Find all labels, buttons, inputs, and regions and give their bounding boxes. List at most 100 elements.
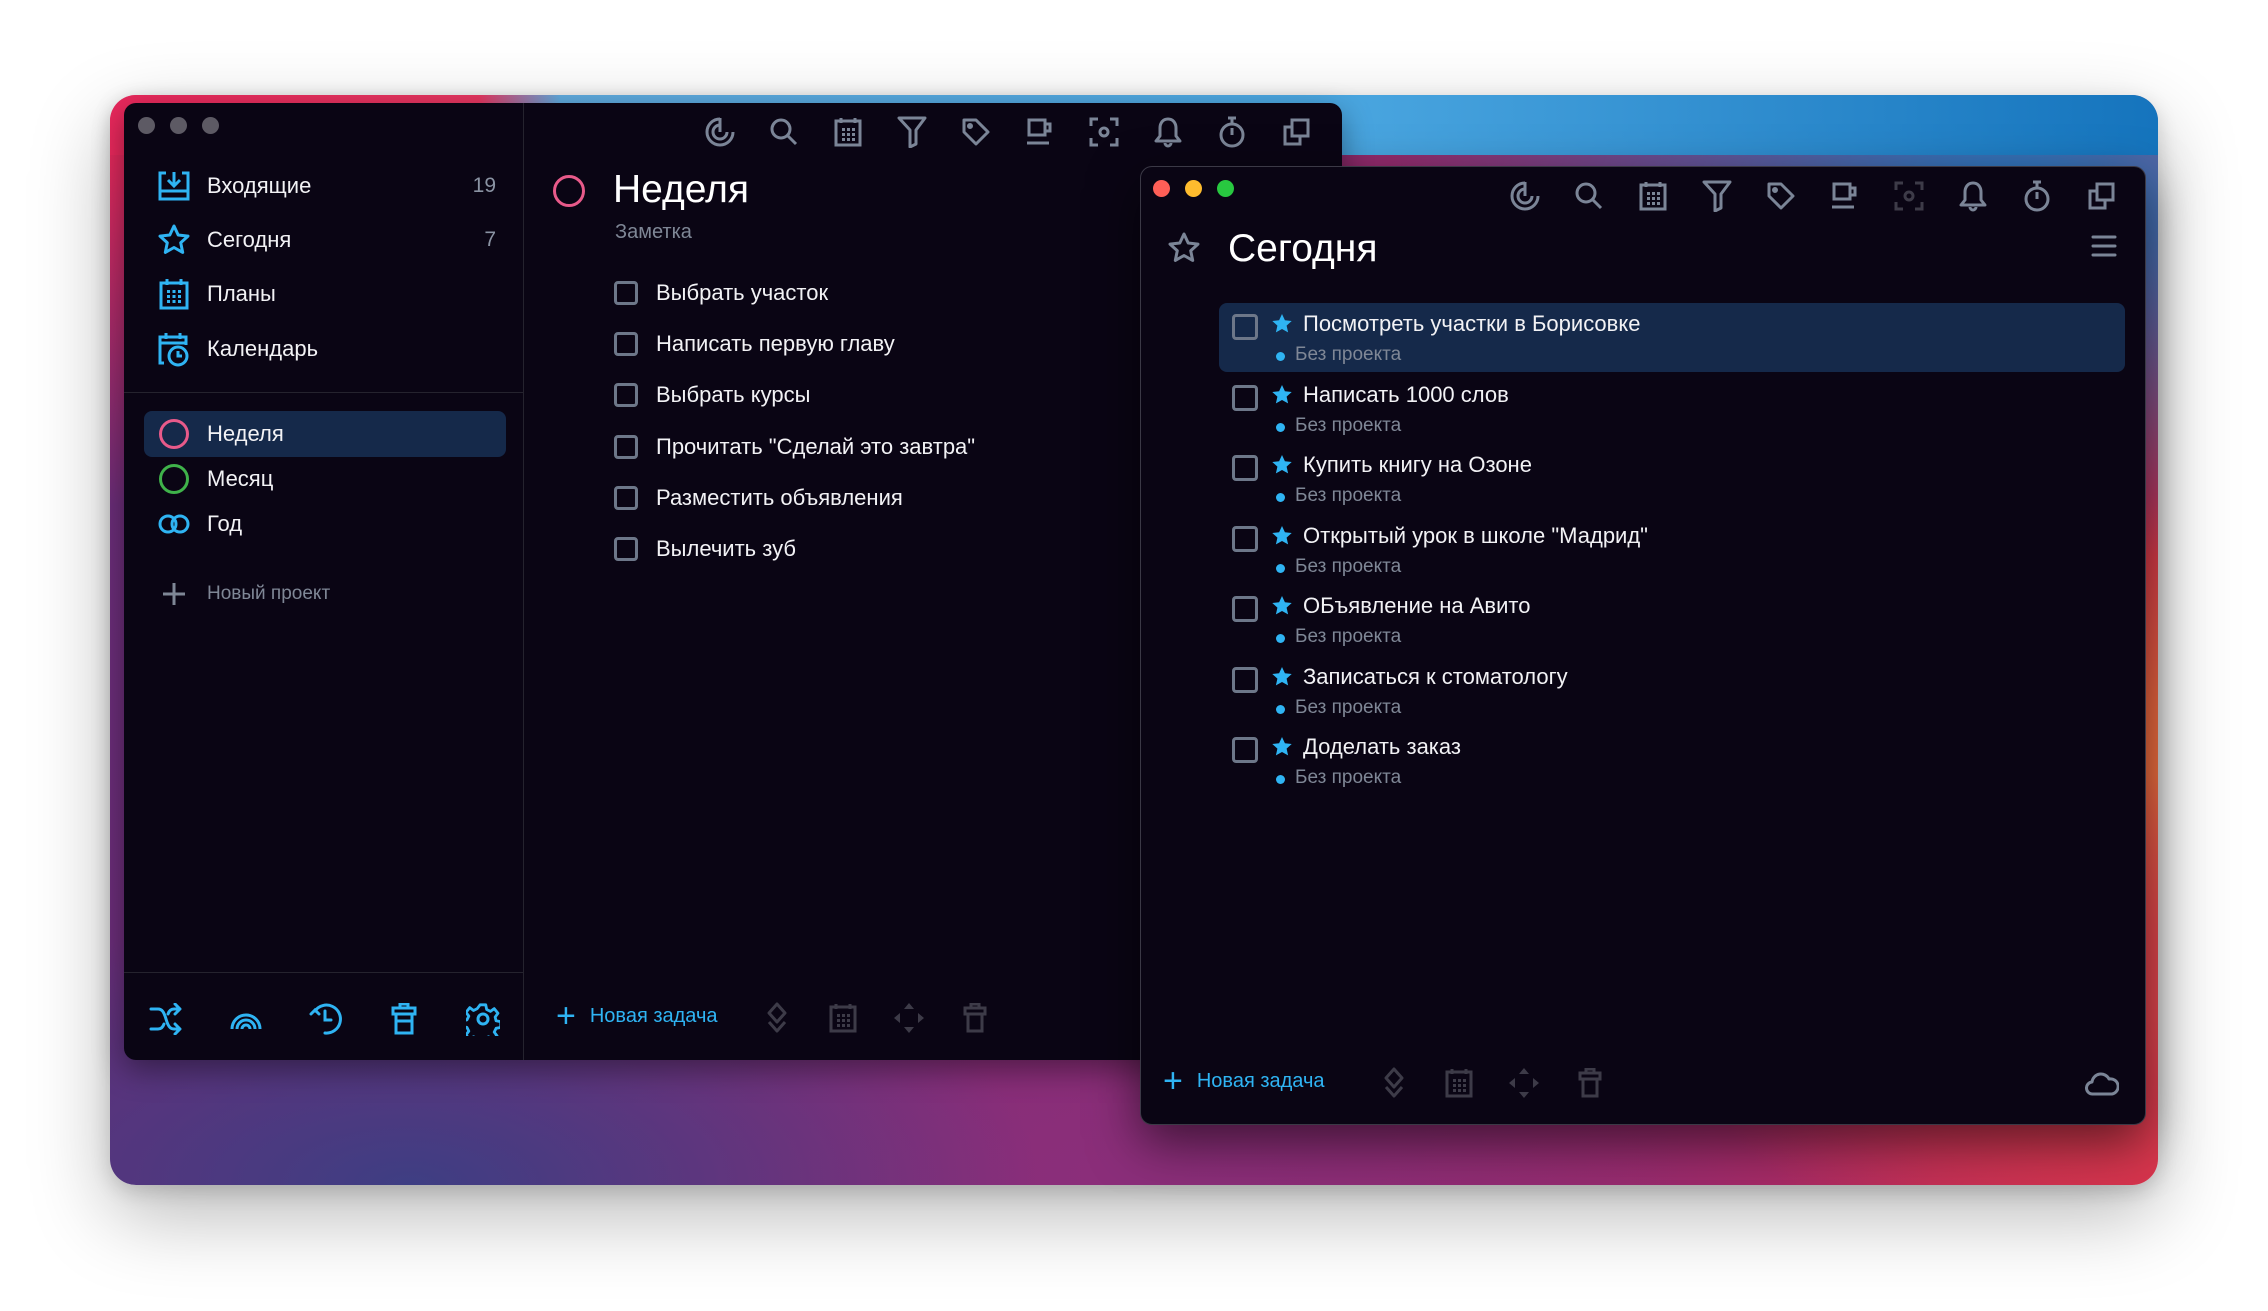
sidebar-item-label: Год	[207, 511, 243, 536]
move-icon[interactable]	[891, 1000, 927, 1036]
trash-icon[interactable]	[1572, 1065, 1608, 1101]
task-checkbox[interactable]	[614, 537, 638, 561]
gear-icon[interactable]	[465, 1001, 501, 1037]
today-window: Сегодня Посмотреть участки в Борисовке Бе…	[1140, 166, 2146, 1125]
cloud-icon[interactable]	[2084, 1065, 2120, 1101]
search-icon[interactable]	[1571, 178, 1607, 214]
bell-icon[interactable]	[1150, 114, 1186, 150]
task-item[interactable]: Открытый урок в школе "Мадрид" Без проект…	[1219, 515, 2125, 584]
task-item[interactable]: Написать 1000 слов Без проекта	[1219, 374, 2125, 443]
task-checkbox[interactable]	[614, 486, 638, 510]
shuffle-icon[interactable]	[148, 1001, 184, 1037]
task-title: Разместить объявления	[656, 485, 903, 510]
priority-icon[interactable]	[759, 1000, 795, 1036]
task-item[interactable]: Написать первую главу	[614, 324, 895, 364]
page-title: Неделя	[613, 168, 750, 211]
menu-icon[interactable]	[2091, 234, 2117, 258]
task-item[interactable]: Прочитать "Сделай это завтра"	[614, 427, 975, 467]
bell-icon[interactable]	[1955, 178, 1991, 214]
sidebar-item-project-month[interactable]: Месяц	[144, 456, 506, 502]
sidebar-item-project-week[interactable]: Неделя	[144, 411, 506, 457]
tag-icon[interactable]	[958, 114, 994, 150]
page-title: Сегодня	[1228, 227, 1378, 270]
history-icon[interactable]	[307, 1001, 343, 1037]
sidebar-item-label: Планы	[207, 281, 276, 306]
new-task-button[interactable]: + Новая задача	[556, 999, 718, 1033]
windows-icon[interactable]	[1278, 114, 1314, 150]
plus-icon: +	[1163, 1062, 1183, 1100]
task-project: Без проекта	[1295, 485, 1402, 506]
task-checkbox[interactable]	[1232, 384, 1258, 411]
task-checkbox[interactable]	[614, 435, 638, 459]
task-item[interactable]: Доделать заказ Без проекта	[1219, 726, 2125, 795]
trash-icon[interactable]	[957, 1000, 993, 1036]
sidebar-item-label: Входящие	[207, 173, 312, 198]
task-checkbox[interactable]	[1232, 314, 1258, 340]
rainbow-icon[interactable]	[228, 1001, 264, 1037]
search-icon[interactable]	[766, 114, 802, 150]
task-checkbox[interactable]	[1232, 525, 1258, 552]
task-item[interactable]: Записаться к стоматологу Без проекта	[1219, 656, 2125, 725]
cup-icon[interactable]	[1022, 114, 1058, 150]
filter-icon[interactable]	[1699, 178, 1735, 214]
window-close-button[interactable]	[1153, 180, 1170, 197]
new-task-label: Новая задача	[1196, 1069, 1325, 1092]
sidebar-item-plans[interactable]: Планы	[144, 271, 506, 317]
window-zoom-button[interactable]	[1217, 180, 1234, 197]
task-checkbox[interactable]	[1232, 737, 1258, 763]
task-title: Написать первую главу	[656, 331, 895, 356]
task-item[interactable]: ОБъявление на Авито Без проекта	[1219, 585, 2125, 654]
task-item[interactable]: Выбрать курсы	[614, 375, 810, 415]
sidebar-item-label: Неделя	[207, 421, 284, 446]
filter-icon[interactable]	[894, 114, 930, 150]
project-dot-icon	[1276, 352, 1285, 361]
calendar-icon[interactable]	[830, 114, 866, 150]
task-checkbox[interactable]	[1232, 596, 1258, 622]
window-minimize-button[interactable]	[1185, 180, 1202, 197]
task-project: Без проекта	[1295, 555, 1402, 577]
task-checkbox[interactable]	[614, 383, 638, 407]
trash-icon[interactable]	[386, 1001, 422, 1037]
project-note[interactable]: Заметка	[615, 221, 692, 244]
star-icon	[1271, 313, 1293, 335]
move-icon[interactable]	[1506, 1065, 1542, 1101]
task-item[interactable]: Разместить объявления	[614, 478, 903, 518]
window-zoom-button-inactive[interactable]	[202, 117, 219, 134]
star-icon	[156, 222, 192, 258]
focus-icon[interactable]	[1507, 178, 1543, 214]
scan-icon[interactable]	[1891, 178, 1927, 214]
sidebar-item-inbox[interactable]: Входящие 19	[144, 163, 506, 209]
window-close-button-inactive[interactable]	[138, 117, 155, 134]
calendar-icon[interactable]	[1635, 178, 1671, 214]
calendar-icon[interactable]	[1441, 1065, 1477, 1101]
star-icon	[1271, 384, 1293, 406]
task-checkbox[interactable]	[614, 281, 638, 305]
tag-icon[interactable]	[1763, 178, 1799, 214]
stopwatch-icon[interactable]	[1214, 114, 1250, 150]
task-item[interactable]: Вылечить зуб	[614, 529, 796, 569]
sidebar-item-project-year[interactable]: Год	[144, 501, 506, 547]
task-checkbox[interactable]	[614, 332, 638, 356]
infinity-icon	[156, 506, 192, 542]
window-minimize-button-inactive[interactable]	[170, 117, 187, 134]
new-project-button[interactable]: Новый проект	[144, 571, 506, 617]
scan-icon[interactable]	[1086, 114, 1122, 150]
stopwatch-icon[interactable]	[2019, 178, 2055, 214]
sidebar: Входящие 19 Сегодня 7 Планы Календарь Не…	[124, 103, 524, 1060]
windows-icon[interactable]	[2083, 178, 2119, 214]
sidebar-item-calendar[interactable]: Календарь	[144, 326, 506, 372]
task-item[interactable]: Выбрать участок	[614, 273, 828, 313]
task-checkbox[interactable]	[1232, 666, 1258, 693]
task-item[interactable]: Посмотреть участки в Борисовке Без проект…	[1219, 303, 2125, 372]
task-checkbox[interactable]	[1232, 455, 1258, 481]
cup-icon[interactable]	[1827, 178, 1863, 214]
sidebar-item-label: Сегодня	[207, 227, 292, 252]
focus-icon[interactable]	[702, 114, 738, 150]
sidebar-item-today[interactable]: Сегодня 7	[144, 217, 506, 263]
calendar-icon[interactable]	[825, 1000, 861, 1036]
task-item[interactable]: Купить книгу на Озоне Без проекта	[1219, 444, 2125, 513]
new-task-button[interactable]: + Новая задача	[1163, 1064, 1325, 1098]
task-project: Без проекта	[1295, 696, 1402, 718]
priority-icon[interactable]	[1376, 1065, 1412, 1101]
star-icon	[1167, 231, 1201, 265]
